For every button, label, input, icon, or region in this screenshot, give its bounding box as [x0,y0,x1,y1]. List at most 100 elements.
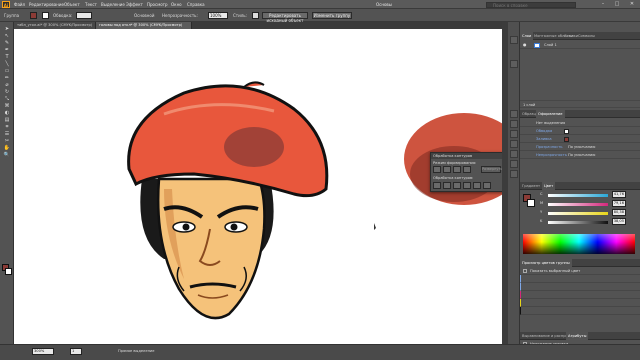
menu-file[interactable]: Файл [14,2,25,8]
tab-attributes[interactable]: Атрибуты [566,332,589,340]
layers-icon[interactable] [510,36,518,44]
exclude-button[interactable] [463,166,471,173]
isolate-group-button[interactable]: Изменить группу [312,12,352,19]
swatch-group-row[interactable] [520,299,640,307]
stroke-color-swatch[interactable] [5,268,12,275]
profile-label[interactable]: Основной [134,13,154,18]
magenta-value[interactable]: 79,16 [612,200,626,207]
free-transform-tool-icon[interactable]: ⌘ [3,103,11,110]
menu-help[interactable]: Справка [187,2,205,8]
color-stroke-swatch[interactable] [527,199,535,207]
menu-edit[interactable]: Редактирование [29,2,64,8]
cyan-track[interactable] [548,194,608,197]
selection-tool-icon[interactable]: ➤ [3,26,11,33]
color-spectrum[interactable] [523,234,635,254]
help-search[interactable] [486,1,576,8]
direct-selection-tool-icon[interactable]: ↖ [3,33,11,40]
scissors-tool-icon[interactable]: ✂ [3,138,11,145]
menu-object[interactable]: Объект [64,2,80,8]
outline-button[interactable] [473,182,481,189]
appearance-fill-swatch[interactable] [564,137,569,142]
trim-button[interactable] [443,182,451,189]
swatch-group-row[interactable] [520,291,640,299]
pencil-tool-icon[interactable]: ✏ [3,75,11,82]
tab-color[interactable]: Цвет [542,182,556,190]
divide-button[interactable] [433,182,441,189]
black-slider[interactable]: K 38,05 [540,218,638,227]
eraser-tool-icon[interactable]: ⌀ [3,82,11,89]
yellow-value[interactable]: 80,38 [612,209,626,216]
rectangle-tool-icon[interactable]: ▭ [3,68,11,75]
pathfinder-title[interactable]: Обработка контуров [431,153,503,159]
transparency-icon[interactable] [510,160,518,168]
yellow-slider[interactable]: Y 80,38 [540,209,638,218]
swatches-icon[interactable] [510,110,518,118]
show-selected-checkbox[interactable] [523,269,527,273]
minus-front-button[interactable] [443,166,451,173]
black-track[interactable] [548,221,608,224]
rotate-tool-icon[interactable]: ↻ [3,89,11,96]
type-tool-icon[interactable]: T [3,54,11,61]
stroke-panel-icon[interactable] [510,150,518,158]
merge-button[interactable] [453,182,461,189]
black-value[interactable]: 38,05 [612,218,626,225]
unite-button[interactable] [433,166,441,173]
graph-tool-icon[interactable]: ▤ [3,117,11,124]
stroke-weight-field[interactable] [76,12,92,19]
hand-tool-icon[interactable]: ✋ [3,145,11,152]
swatch-group-row[interactable] [520,283,640,291]
layer-name[interactable]: Слой 1 [544,41,557,49]
magenta-track[interactable] [548,203,608,206]
appearance-transparency-label[interactable]: Прозрачность [536,143,562,151]
cyan-slider[interactable]: C 41,76 [540,191,638,200]
appearance-transparency-row[interactable]: Прозрачность По умолчанию [520,143,640,151]
stroke-swatch[interactable] [42,12,49,19]
edit-original-button[interactable]: Редактировать исходный объект [262,12,308,23]
tab-symbols[interactable]: Символы [576,32,597,40]
minimize-button[interactable]: – [596,0,610,9]
line-tool-icon[interactable]: ╲ [3,61,11,68]
menu-type[interactable]: Текст [85,2,97,8]
tab-document-1[interactable]: табл_угол.ai* @ 300% (CMYK/Просмотр) [14,22,96,29]
gradient-tool-icon[interactable]: ☰ [3,131,11,138]
appearance-icon[interactable] [510,170,518,178]
fill-swatch[interactable] [30,12,37,19]
mesh-tool-icon[interactable]: ⌗ [3,124,11,131]
swatch-group-row[interactable] [520,275,640,283]
artboard-canvas[interactable] [14,29,502,344]
zoom-field[interactable]: 300% [32,348,54,355]
zoom-tool-icon[interactable]: 🔍 [3,152,11,159]
menu-effect[interactable]: Эффект [126,2,143,8]
style-swatch[interactable] [252,12,259,19]
layer-row[interactable]: ● Слой 1 [520,41,640,49]
magic-wand-tool-icon[interactable]: ✎ [3,40,11,47]
appearance-stroke-swatch[interactable] [564,129,569,134]
scale-tool-icon[interactable]: ⤡ [3,96,11,103]
expand-button[interactable]: Развернуть [481,166,502,173]
intersect-button[interactable] [453,166,461,173]
appearance-opacity-label[interactable]: Непрозрачность [536,151,567,159]
appearance-opacity-row[interactable]: Непрозрачность По умолчанию [520,151,640,159]
appearance-fill-label[interactable]: Заливка [536,135,552,143]
menu-window[interactable]: Окно [171,2,182,8]
menu-view[interactable]: Просмотр [147,2,168,8]
graphic-styles-icon[interactable] [510,140,518,148]
shape-builder-tool-icon[interactable]: ◐ [3,110,11,117]
page-field[interactable]: 1 [70,348,82,355]
brushes-icon[interactable] [510,120,518,128]
tab-gradient[interactable]: Градиент [520,182,542,190]
cyan-value[interactable]: 41,76 [612,191,626,198]
workspace-switcher[interactable]: Основы [376,2,392,8]
yellow-track[interactable] [548,212,608,215]
close-button[interactable]: ✕ [625,0,639,9]
appearance-stroke-row[interactable]: Обводка [520,127,640,135]
magenta-slider[interactable]: M 79,16 [540,200,638,209]
minus-back-button[interactable] [483,182,491,189]
tab-appearance[interactable]: Оформление [536,110,565,118]
menu-select[interactable]: Выделение [101,2,125,8]
symbols-icon[interactable] [510,130,518,138]
eye-icon[interactable]: ● [523,41,527,49]
appearance-fill-row[interactable]: Заливка [520,135,640,143]
swatch-groups-title[interactable]: Просмотр цветов группы [520,259,572,267]
crop-button[interactable] [463,182,471,189]
